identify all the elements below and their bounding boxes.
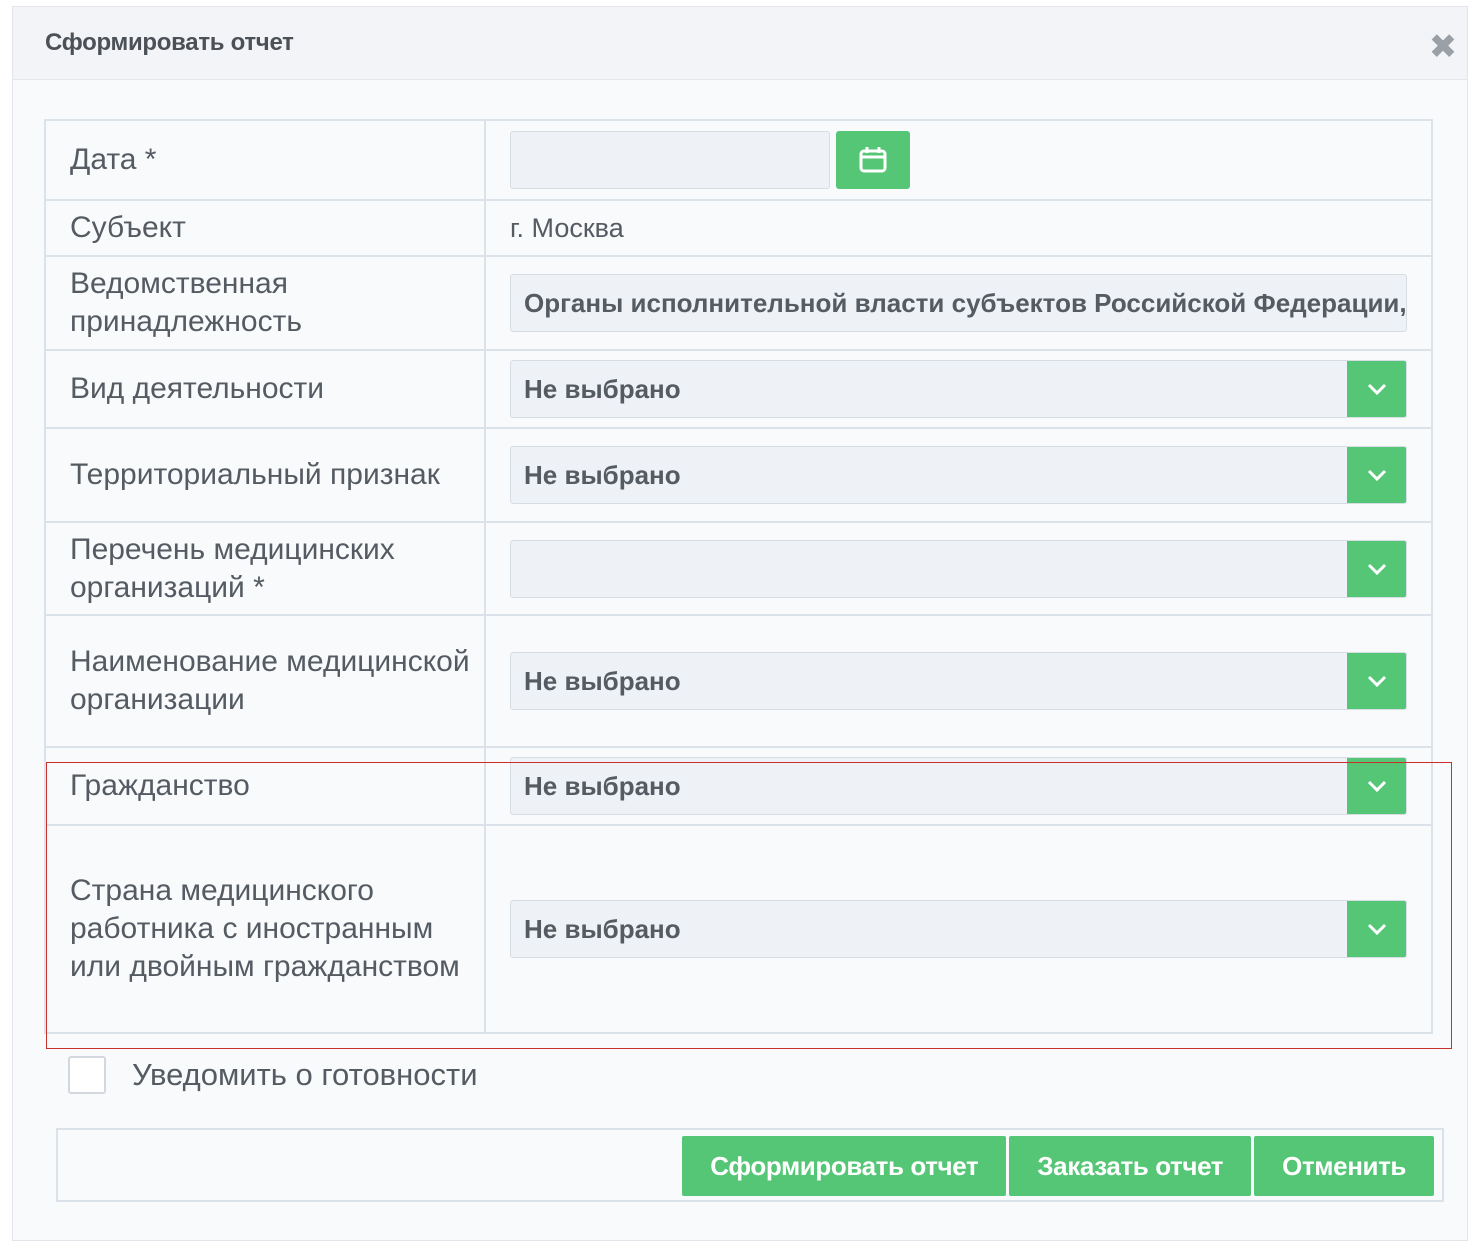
row-department: Ведомственная принадлежность Органы испо… — [44, 255, 1433, 351]
subject-label: Субъект — [44, 199, 486, 257]
dialog-header: Сформировать отчет ✖ — [13, 7, 1467, 80]
country-select-value: Не выбрано — [524, 914, 681, 944]
citizenship-select[interactable]: Не выбрано — [510, 757, 1407, 815]
activity-dropdown-button[interactable] — [1347, 361, 1406, 417]
org-list-select[interactable] — [510, 539, 1407, 598]
activity-select[interactable]: Не выбрано — [510, 360, 1407, 418]
org-name-label: Наименование медицинской организации — [44, 614, 486, 748]
citizenship-label: Гражданство — [44, 746, 486, 826]
row-country: Страна медицинского работника с иностран… — [44, 824, 1433, 1034]
org-name-select[interactable]: Не выбрано — [510, 652, 1407, 710]
org-name-select-value: Не выбрано — [524, 666, 681, 696]
chevron-down-icon — [1367, 563, 1387, 575]
activity-label: Вид деятельности — [44, 349, 486, 429]
chevron-down-icon — [1367, 383, 1387, 396]
calendar-icon — [859, 147, 887, 173]
country-dropdown-button[interactable] — [1347, 901, 1406, 957]
row-territory: Территориальный признак Не выбрано — [44, 427, 1433, 523]
chevron-down-icon — [1367, 923, 1387, 936]
row-subject: Субъект г. Москва — [44, 199, 1433, 257]
subject-value: г. Москва — [484, 199, 1433, 257]
report-form-table: Дата * Субъект г. Москва Ведомственная п… — [44, 119, 1433, 1034]
row-org-list: Перечень медицинских организаций * — [44, 521, 1433, 616]
row-date: Дата * — [44, 119, 1433, 201]
department-field[interactable]: Органы исполнительной власти субъектов Р… — [510, 274, 1407, 332]
territory-select-value: Не выбрано — [524, 460, 681, 490]
org-name-dropdown-button[interactable] — [1347, 653, 1406, 709]
territory-dropdown-button[interactable] — [1347, 447, 1406, 503]
dialog-footer: Сформировать отчет Заказать отчет Отмени… — [56, 1128, 1444, 1202]
dialog-title: Сформировать отчет — [45, 29, 294, 56]
country-label: Страна медицинского работника с иностран… — [44, 824, 486, 1034]
cancel-button[interactable]: Отменить — [1254, 1136, 1434, 1196]
generate-report-button[interactable]: Сформировать отчет — [682, 1136, 1007, 1196]
notify-checkbox[interactable] — [68, 1056, 106, 1094]
date-input[interactable] — [510, 131, 830, 189]
notify-label: Уведомить о готовности — [132, 1057, 478, 1092]
chevron-down-icon — [1367, 780, 1387, 793]
org-list-dropdown-button[interactable] — [1347, 540, 1406, 597]
citizenship-dropdown-button[interactable] — [1347, 758, 1406, 814]
close-icon[interactable]: ✖ — [1427, 30, 1459, 64]
country-select[interactable]: Не выбрано — [510, 900, 1407, 958]
chevron-down-icon — [1367, 675, 1387, 688]
row-org-name: Наименование медицинской организации Не … — [44, 614, 1433, 748]
activity-select-value: Не выбрано — [524, 374, 681, 404]
date-label: Дата * — [44, 119, 486, 201]
territory-label: Территориальный признак — [44, 427, 486, 523]
row-activity: Вид деятельности Не выбрано — [44, 349, 1433, 429]
territory-select[interactable]: Не выбрано — [510, 446, 1407, 504]
department-label: Ведомственная принадлежность — [44, 255, 486, 351]
org-list-label: Перечень медицинских организаций * — [44, 521, 486, 616]
order-report-button[interactable]: Заказать отчет — [1009, 1136, 1252, 1196]
chevron-down-icon — [1367, 469, 1387, 482]
citizenship-select-value: Не выбрано — [524, 771, 681, 801]
calendar-button[interactable] — [836, 131, 910, 189]
notify-option: Уведомить о готовности — [68, 1056, 478, 1094]
row-citizenship: Гражданство Не выбрано — [44, 746, 1433, 826]
